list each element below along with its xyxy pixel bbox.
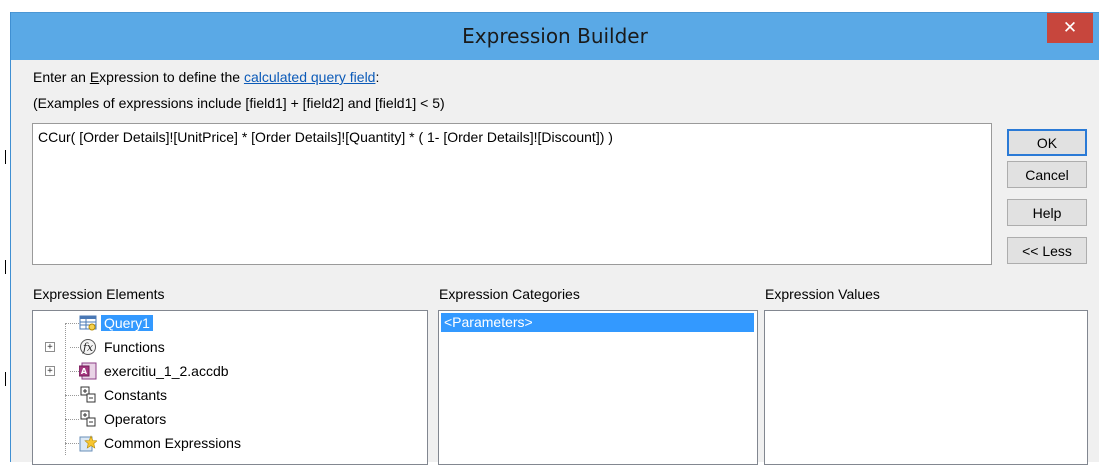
tree-line <box>65 323 79 324</box>
dialog-title: Expression Builder <box>462 24 648 48</box>
expression-values-label: Expression Values <box>765 286 880 302</box>
svg-text:fx: fx <box>82 341 94 354</box>
tree-item-operators[interactable]: Operators <box>79 408 169 430</box>
expression-values-list[interactable] <box>764 310 1088 465</box>
constants-icon <box>80 386 96 403</box>
tree-item-label: exercitiu_1_2.accdb <box>104 363 229 379</box>
common-expressions-icon <box>79 435 97 452</box>
close-icon: ✕ <box>1062 18 1078 38</box>
expression-elements-label: Expression Elements <box>33 286 165 302</box>
tree-line <box>65 419 79 420</box>
tree-line <box>70 371 79 372</box>
prompt-text: Enter an Expression to define the calcul… <box>33 69 379 85</box>
prompt-mid: xpression to define the <box>99 69 244 85</box>
tree-item-label: Constants <box>104 387 168 403</box>
tree-line <box>70 347 79 348</box>
examples-text: (Examples of expressions include [field1… <box>33 95 445 111</box>
prompt-prefix: Enter an <box>33 69 90 85</box>
less-button[interactable]: << Less <box>1007 237 1087 264</box>
edge-tick <box>5 260 6 274</box>
prompt-suffix: : <box>375 69 380 85</box>
expression-categories-list[interactable]: <Parameters> <box>438 310 758 465</box>
background-window-edge <box>0 0 10 462</box>
dialog-content: Enter an Expression to define the calcul… <box>11 60 1099 465</box>
operators-icon <box>80 410 96 427</box>
functions-icon: fx <box>80 339 96 355</box>
expand-database-toggle[interactable]: + <box>45 366 55 376</box>
expand-functions-toggle[interactable]: + <box>45 342 55 352</box>
tree-item-constants[interactable]: Constants <box>79 384 170 406</box>
prompt-accelerator: E <box>89 69 100 85</box>
cancel-button[interactable]: Cancel <box>1007 161 1087 188</box>
tree-line <box>65 323 66 455</box>
tree-line <box>65 443 79 444</box>
tree-item-label: Common Expressions <box>104 435 241 451</box>
help-button[interactable]: Help <box>1007 199 1087 226</box>
category-item-parameters[interactable]: <Parameters> <box>441 313 754 332</box>
tree-line <box>65 395 79 396</box>
database-icon: A <box>79 362 97 380</box>
close-button[interactable]: ✕ <box>1047 13 1093 43</box>
query-icon <box>79 315 97 331</box>
expression-categories-label: Expression Categories <box>439 286 580 302</box>
tree-item-label: Functions <box>104 339 165 355</box>
tree-item-label: Operators <box>104 411 167 427</box>
expression-input[interactable]: CCur( [Order Details]![UnitPrice] * [Ord… <box>32 123 992 265</box>
svg-text:A: A <box>81 367 88 376</box>
edge-tick <box>5 150 6 164</box>
tree-item-label: Query1 <box>101 315 153 331</box>
tree-item-query1[interactable]: Query1 <box>79 312 153 334</box>
tree-item-database[interactable]: A exercitiu_1_2.accdb <box>79 360 232 382</box>
title-bar[interactable]: Expression Builder ✕ <box>11 12 1099 60</box>
expression-builder-dialog: Expression Builder ✕ Enter an Expression… <box>10 12 1099 465</box>
tree-item-functions[interactable]: fx Functions <box>79 336 168 358</box>
expression-elements-tree[interactable]: + + Query1 fx Functions A exercitiu_1_2.… <box>32 310 428 465</box>
tree-item-common-expressions[interactable]: Common Expressions <box>79 432 244 454</box>
ok-button[interactable]: OK <box>1007 129 1087 156</box>
calculated-query-field-link[interactable]: calculated query field <box>244 69 376 85</box>
edge-tick <box>5 372 6 386</box>
